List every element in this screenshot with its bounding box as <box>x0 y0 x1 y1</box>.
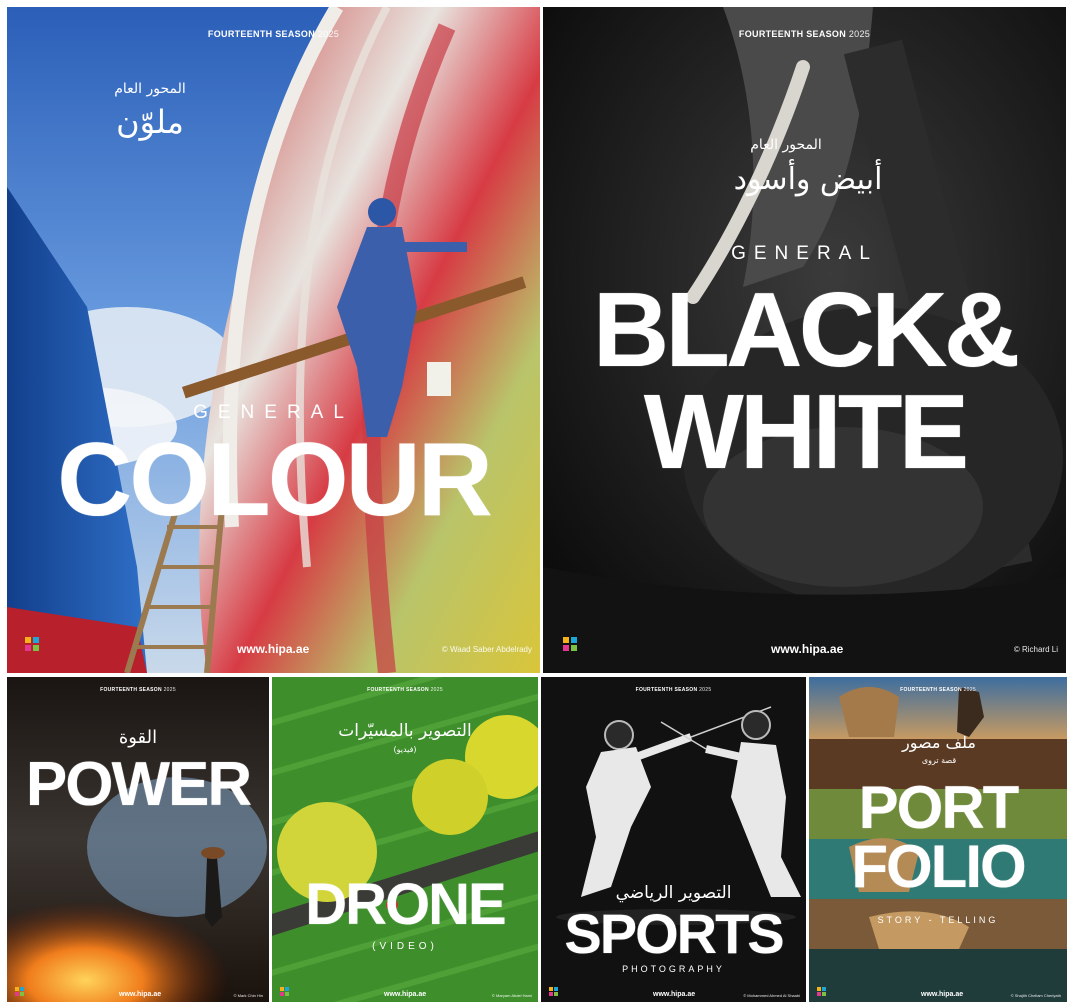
arabic-title: التصوير الرياضي <box>615 883 732 903</box>
arabic-title: القوة <box>118 727 158 748</box>
arabic-title: ملف مصور <box>902 733 976 752</box>
arabic-subtitle: قصة تروى <box>921 756 957 765</box>
sports-poster[interactable]: FOURTEENTH SEASON 2025 التصوير الرياضي S… <box>541 677 806 1002</box>
photo-credit: © Richard Li <box>1013 645 1058 654</box>
hipa-logo-icon <box>563 637 577 651</box>
photography-label: PHOTOGRAPHY <box>622 964 725 974</box>
season-text: FOURTEENTH SEASON <box>635 687 698 693</box>
hipa-logo-icon <box>549 987 558 996</box>
season-year: 2025 <box>699 687 712 693</box>
video-label: (VIDEO) <box>372 941 438 952</box>
season-label: FOURTEENTH SEASON 2025 <box>809 687 1067 693</box>
photo-credit: © Mark Chin Hin <box>233 993 263 998</box>
season-text: FOURTEENTH SEASON <box>207 29 316 39</box>
website-label: www.hipa.ae <box>384 991 427 998</box>
arabic-small-label: المحور العام <box>750 137 822 153</box>
season-year: 2025 <box>430 687 443 693</box>
website-label: www.hipa.ae <box>921 991 964 998</box>
drone-title: DRONE <box>305 872 506 937</box>
season-label: FOURTEENTH SEASON 2025 <box>7 687 269 693</box>
website-label: www.hipa.ae <box>237 642 310 656</box>
season-text: FOURTEENTH SEASON <box>100 687 162 693</box>
sports-title: SPORTS <box>564 902 784 965</box>
season-text: FOURTEENTH SEASON <box>900 687 962 693</box>
power-poster[interactable]: FOURTEENTH SEASON 2025 القوة POWER www.h… <box>7 677 269 1002</box>
power-title: POWER <box>25 750 252 819</box>
season-label: FOURTEENTH SEASON 2025 <box>541 687 806 693</box>
website-label: www.hipa.ae <box>771 642 844 656</box>
season-text: FOURTEENTH SEASON <box>738 29 847 39</box>
portfolio-title-line2: FOLIO <box>851 833 1026 900</box>
bw-title-line2: WHITE <box>643 373 970 491</box>
general-label: GENERAL <box>193 402 354 423</box>
portfolio-poster[interactable]: FOURTEENTH SEASON 2025 ملف مصور قصة تروى… <box>809 677 1067 1002</box>
season-year: 2025 <box>963 687 976 693</box>
power-photo <box>7 677 269 1002</box>
general-label: GENERAL <box>731 243 878 264</box>
season-label: FOURTEENTH SEASON 2025 <box>7 29 540 39</box>
photo-credit: © Shajith Chellam Cheriyath <box>1010 993 1061 998</box>
season-label: FOURTEENTH SEASON 2025 <box>272 687 538 693</box>
photo-credit: © Waad Saber Abdelrady <box>441 645 532 654</box>
colour-poster[interactable]: FOURTEENTH SEASON 2025 المحور العام ملوّ… <box>7 7 540 673</box>
bw-title-line1: BLACK& <box>592 271 1021 389</box>
hipa-logo-icon <box>280 987 289 996</box>
poster-grid: FOURTEENTH SEASON 2025 المحور العام ملوّ… <box>0 0 1067 1002</box>
portfolio-title-line1: PORT <box>858 774 1020 841</box>
season-year: 2025 <box>317 29 340 39</box>
colour-title: COLOUR <box>57 422 493 538</box>
storytelling-label: STORY - TELLING <box>877 915 999 925</box>
website-label: www.hipa.ae <box>119 991 162 998</box>
bw-poster[interactable]: FOURTEENTH SEASON 2025 المحور العام أبيض… <box>543 7 1066 673</box>
hipa-logo-icon <box>15 987 24 996</box>
hipa-logo-icon <box>817 987 826 996</box>
season-text: FOURTEENTH SEASON <box>367 687 429 693</box>
website-label: www.hipa.ae <box>653 991 696 998</box>
arabic-subtitle: (فيديو) <box>393 745 417 754</box>
arabic-small-label: المحور العام <box>114 81 186 97</box>
hipa-logo-icon <box>25 637 39 651</box>
season-label: FOURTEENTH SEASON 2025 <box>543 29 1066 39</box>
arabic-title: أبيض وأسود <box>733 162 883 197</box>
photo-credit: © Mohammed Ahmed Al Shaabi <box>743 993 800 998</box>
season-year: 2025 <box>163 687 176 693</box>
arabic-title: ملوّن <box>116 103 184 141</box>
season-year: 2025 <box>848 29 871 39</box>
arabic-title: التصوير بالمسيّرات <box>338 721 472 741</box>
drone-poster[interactable]: FOURTEENTH SEASON 2025 التصوير بالمسيّرا… <box>272 677 538 1002</box>
photo-credit: © Maryam Abdel Hami <box>491 993 532 998</box>
